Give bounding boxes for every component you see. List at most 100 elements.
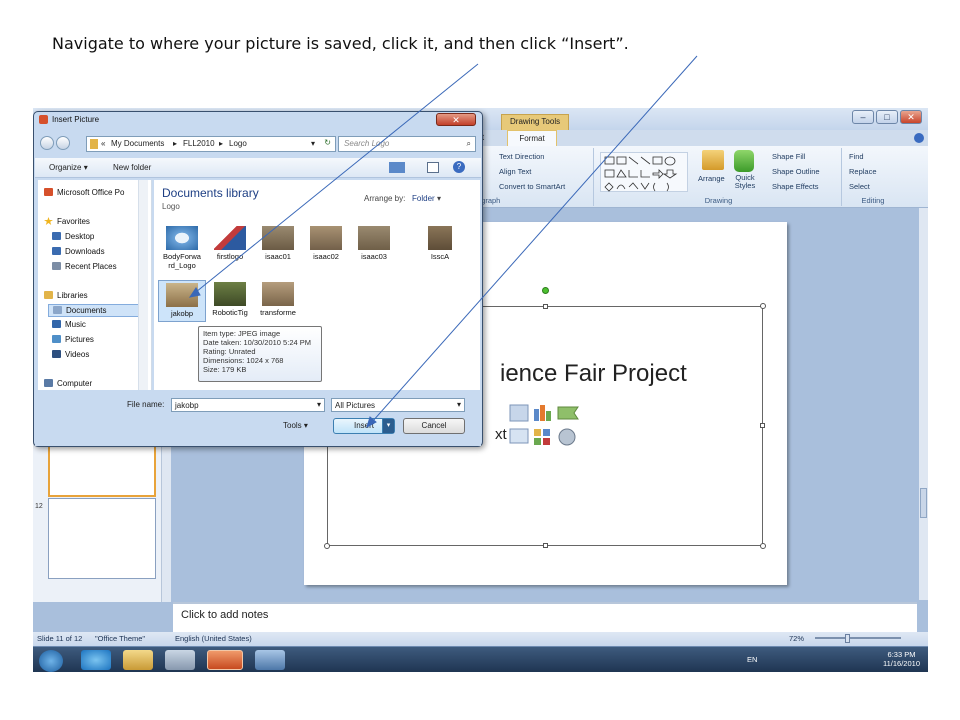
office-icon — [44, 188, 53, 196]
arrange-by[interactable]: Arrange by: Folder ▾ — [364, 194, 441, 203]
slide-title[interactable]: ience Fair Project — [500, 360, 687, 388]
help-icon[interactable]: ? — [453, 161, 465, 173]
chevron-down-icon[interactable]: ▾ — [457, 400, 461, 409]
cancel-button[interactable]: Cancel — [403, 418, 465, 434]
nav-item-computer[interactable]: Computer — [44, 379, 92, 388]
internet-explorer-icon[interactable] — [81, 650, 111, 670]
nav-item-recent-places[interactable]: Recent Places — [52, 262, 117, 271]
file-type-select[interactable]: All Pictures ▾ — [331, 398, 465, 412]
dialog-close-button[interactable]: ✕ — [436, 113, 476, 126]
nav-item-pictures[interactable]: Pictures — [52, 335, 94, 344]
file-name: IsscA — [430, 252, 450, 261]
breadcrumb-my-documents[interactable]: My Documents — [111, 139, 164, 148]
slide-thumbnail-11[interactable] — [48, 443, 156, 497]
tab-format[interactable]: Format — [507, 130, 557, 146]
close-window-button[interactable]: ✕ — [900, 110, 922, 124]
text-direction-button[interactable]: Text Direction — [499, 152, 544, 161]
nav-item-downloads[interactable]: Downloads — [52, 247, 105, 256]
scroll-thumb[interactable] — [920, 488, 927, 518]
file-item[interactable]: isaac01 — [254, 226, 302, 261]
file-item[interactable]: firstlogo — [206, 226, 254, 261]
forward-button[interactable] — [56, 136, 70, 150]
nav-item-documents[interactable]: Documents — [48, 304, 140, 317]
search-input[interactable]: Search Logo ⌕ — [338, 136, 476, 152]
nav-item-favorites[interactable]: Favorites — [44, 217, 90, 226]
chevron-down-icon[interactable]: ▾ — [317, 400, 321, 409]
select-button[interactable]: Select — [849, 182, 870, 191]
new-folder-button[interactable]: New folder — [113, 163, 151, 172]
explorer-icon[interactable] — [123, 650, 153, 670]
rotation-handle[interactable] — [542, 287, 549, 294]
dialog-title-bar: Insert Picture ✕ — [34, 112, 482, 128]
align-text-button[interactable]: Align Text — [499, 167, 531, 176]
slide-vertical-scrollbar[interactable] — [919, 208, 928, 600]
powerpoint-taskbar-icon[interactable] — [207, 650, 243, 670]
nav-item-music[interactable]: Music — [52, 320, 86, 329]
clock-time: 6:33 PM — [887, 650, 916, 659]
organize-button[interactable]: Organize ▾ — [49, 163, 88, 172]
notes-pane[interactable]: Click to add notes — [173, 602, 917, 632]
file-item[interactable]: BodyForwa rd_Logo — [158, 226, 206, 270]
maximize-button[interactable]: □ — [876, 110, 898, 124]
slide-thumbnail-12[interactable] — [48, 498, 156, 579]
views-icon[interactable] — [389, 162, 405, 173]
nav-item-office[interactable]: Microsoft Office Po — [44, 188, 124, 197]
insert-content-icons[interactable] — [508, 403, 582, 451]
replace-button[interactable]: Replace — [849, 167, 877, 176]
back-button[interactable] — [40, 136, 54, 150]
file-item[interactable]: isaac02 — [302, 226, 350, 261]
resize-handle[interactable] — [543, 543, 548, 548]
resize-handle[interactable] — [324, 543, 330, 549]
address-bar[interactable]: « My Documents ▸ FLL2010 ▸ Logo ▾ ↻ — [86, 136, 336, 152]
language-status[interactable]: English (United States) — [175, 634, 252, 643]
tools-button[interactable]: Tools ▾ — [283, 421, 308, 430]
file-item[interactable]: IsscA — [416, 226, 464, 261]
file-item-selected[interactable]: jakobp — [158, 280, 206, 322]
nav-item-videos[interactable]: Videos — [52, 350, 89, 359]
start-button[interactable] — [39, 650, 63, 672]
shapes-gallery[interactable] — [600, 152, 688, 192]
help-icon[interactable] — [914, 133, 924, 143]
breadcrumb-logo[interactable]: Logo — [229, 139, 247, 148]
search-icon[interactable]: ⌕ — [467, 139, 471, 149]
file-item[interactable]: transforme — [254, 282, 302, 317]
zoom-slider-thumb[interactable] — [845, 634, 850, 643]
preview-pane-icon[interactable] — [427, 162, 439, 173]
minimize-button[interactable]: – — [852, 110, 874, 124]
file-name: isaac02 — [313, 252, 339, 261]
nav-label: Microsoft Office Po — [57, 188, 125, 197]
zoom-level[interactable]: 72% — [789, 634, 804, 643]
shape-outline-button[interactable]: Shape Outline — [772, 167, 820, 176]
breadcrumb-overflow-icon[interactable]: « — [101, 139, 105, 148]
insert-button[interactable]: Insert ▾ — [333, 418, 395, 434]
address-dropdown-icon[interactable]: ▾ — [311, 139, 315, 148]
file-name-input[interactable]: jakobp ▾ — [171, 398, 325, 412]
breadcrumb-fll2010[interactable]: FLL2010 — [183, 139, 215, 148]
convert-smartart-button[interactable]: Convert to SmartArt — [499, 182, 565, 191]
insert-dropdown-icon[interactable]: ▾ — [382, 419, 394, 433]
resize-handle[interactable] — [760, 423, 765, 428]
quick-styles-button[interactable]: Quick Styles — [732, 174, 758, 190]
calculator-icon[interactable] — [165, 650, 195, 670]
nav-item-desktop[interactable]: Desktop — [52, 232, 94, 241]
file-item[interactable]: isaac03 — [350, 226, 398, 261]
file-item[interactable]: RoboticTig — [206, 282, 254, 317]
resize-handle[interactable] — [760, 303, 766, 309]
resize-handle[interactable] — [543, 304, 548, 309]
language-indicator[interactable]: EN — [747, 655, 757, 664]
clock[interactable]: 6:33 PM 11/16/2010 — [883, 650, 920, 668]
resize-handle[interactable] — [760, 543, 766, 549]
find-button[interactable]: Find — [849, 152, 864, 161]
navigation-pane-scrollbar[interactable] — [138, 180, 148, 390]
refresh-icon[interactable]: ↻ — [324, 138, 331, 147]
notes-placeholder: Click to add notes — [181, 609, 269, 621]
control-panel-icon[interactable] — [255, 650, 285, 670]
isaac02-thumbnail — [310, 226, 342, 250]
shape-effects-button[interactable]: Shape Effects — [772, 182, 819, 191]
arrange-button[interactable]: Arrange — [698, 174, 725, 183]
nav-item-libraries[interactable]: Libraries — [44, 291, 88, 300]
zoom-slider[interactable] — [815, 637, 901, 639]
library-subtitle: Logo — [162, 202, 180, 211]
shape-fill-button[interactable]: Shape Fill — [772, 152, 805, 161]
nav-label: Downloads — [65, 247, 105, 256]
